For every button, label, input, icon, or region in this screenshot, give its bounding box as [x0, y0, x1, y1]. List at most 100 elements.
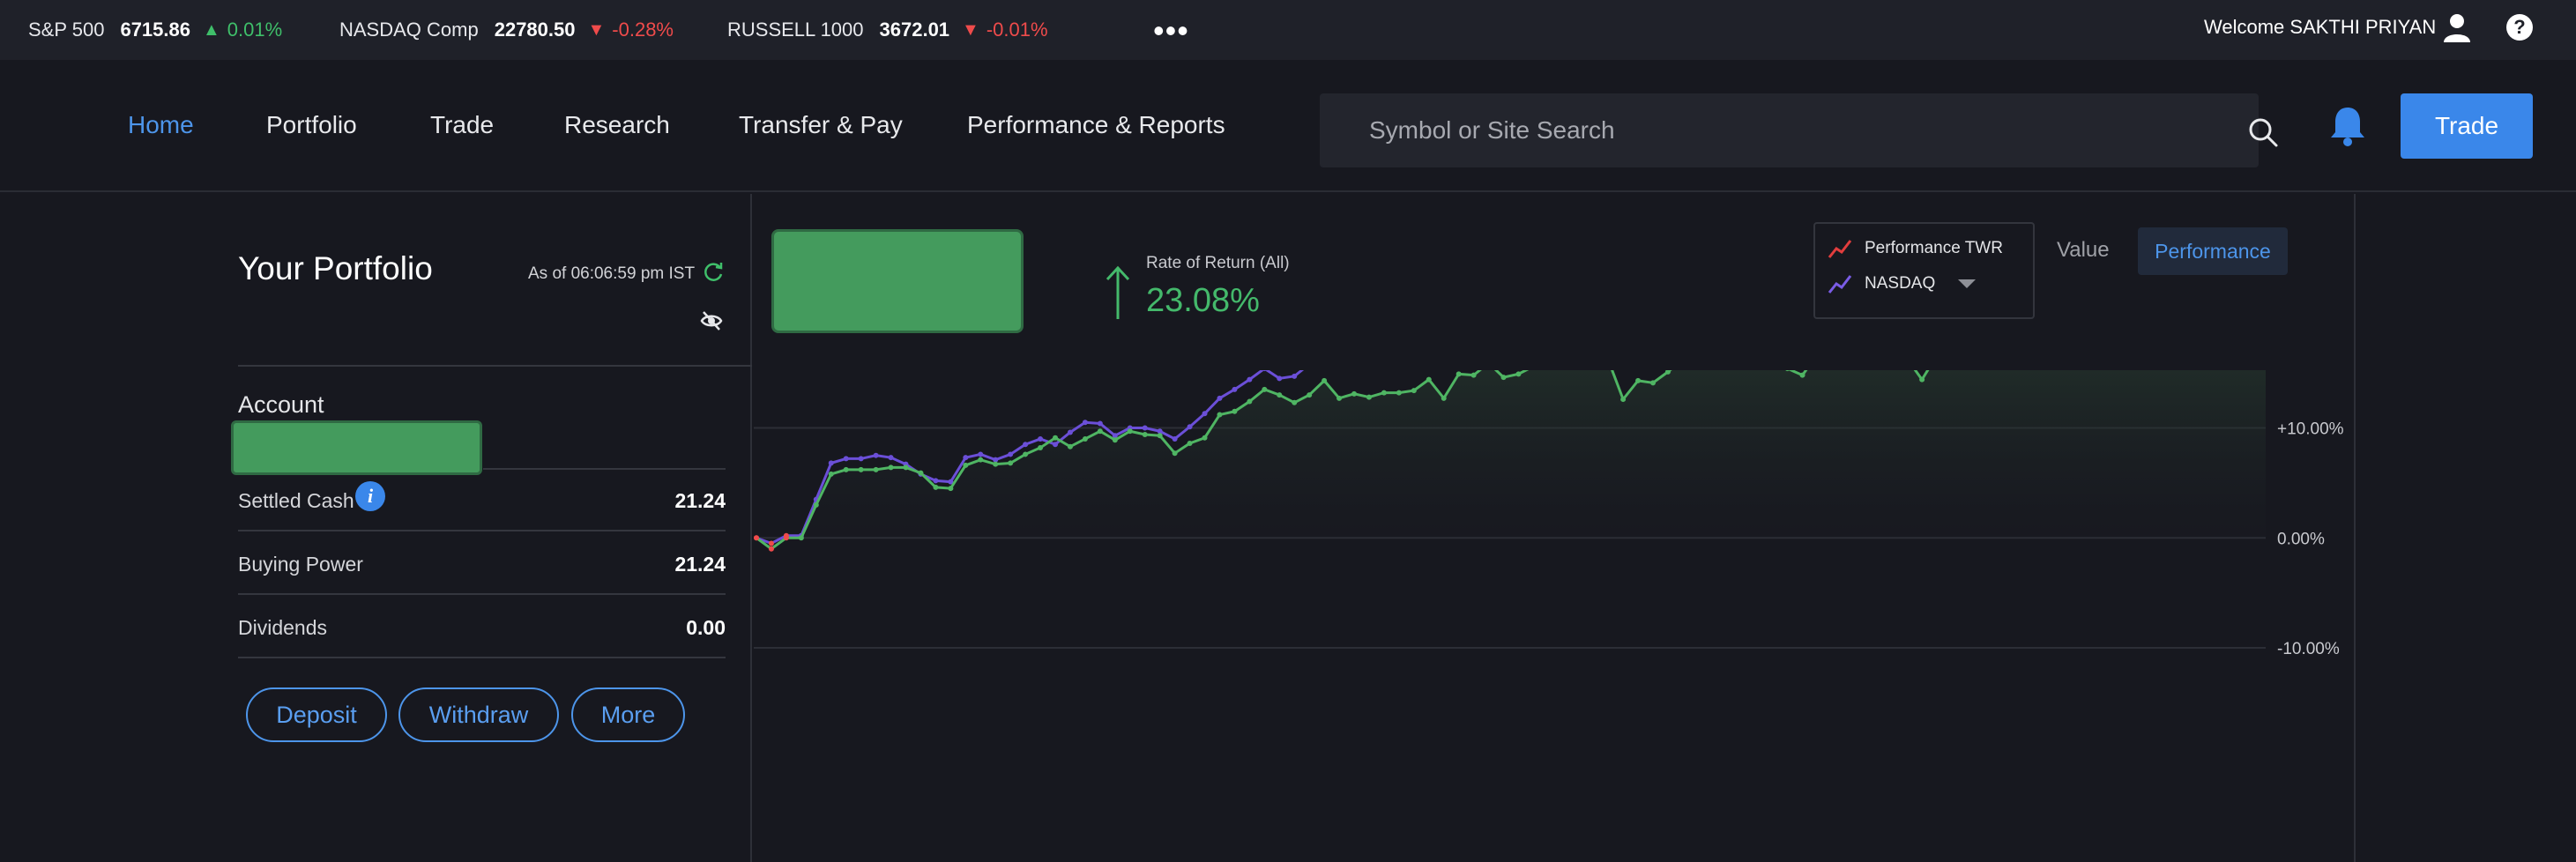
performance-point[interactable]: [1650, 380, 1657, 386]
legend-nasdaq[interactable]: NASDAQ: [1828, 273, 1977, 294]
performance-point[interactable]: [858, 466, 864, 472]
ticker-sp500[interactable]: S&P 500 6715.86 ▲ 0.01%: [28, 0, 282, 60]
nasdaq-point[interactable]: [1292, 373, 1298, 379]
performance-point[interactable]: [1247, 398, 1253, 405]
performance-point[interactable]: [1277, 392, 1283, 398]
nasdaq-point[interactable]: [858, 456, 864, 462]
performance-point[interactable]: [1799, 372, 1805, 378]
notification-bell-icon[interactable]: [2327, 104, 2368, 148]
more-tickers-icon[interactable]: •••: [1153, 12, 1189, 49]
nasdaq-point[interactable]: [933, 478, 939, 484]
performance-point[interactable]: [1202, 435, 1208, 441]
performance-point[interactable]: [1470, 372, 1477, 378]
performance-point[interactable]: [813, 502, 819, 508]
nav-trade[interactable]: Trade: [430, 111, 494, 139]
performance-point[interactable]: [1381, 390, 1387, 396]
performance-point[interactable]: [1172, 450, 1178, 457]
nasdaq-point[interactable]: [1277, 375, 1283, 382]
nasdaq-point[interactable]: [873, 452, 879, 458]
performance-point[interactable]: [1157, 433, 1163, 439]
nasdaq-point[interactable]: [1202, 411, 1208, 417]
nasdaq-point[interactable]: [1097, 420, 1103, 427]
performance-point[interactable]: [1217, 412, 1223, 418]
performance-point[interactable]: [754, 535, 759, 541]
chevron-down-icon[interactable]: [1958, 279, 1977, 288]
performance-point[interactable]: [1023, 451, 1029, 457]
nasdaq-point[interactable]: [1187, 424, 1193, 430]
user-icon[interactable]: [2442, 12, 2472, 44]
nasdaq-point[interactable]: [1172, 435, 1178, 442]
performance-point[interactable]: [1232, 408, 1238, 414]
performance-point[interactable]: [1456, 371, 1462, 377]
performance-point[interactable]: [1262, 386, 1268, 392]
nasdaq-point[interactable]: [1217, 395, 1223, 401]
info-icon[interactable]: i: [355, 481, 385, 511]
performance-point[interactable]: [1008, 460, 1014, 466]
hide-values-icon[interactable]: [699, 308, 724, 333]
performance-point[interactable]: [1441, 395, 1447, 401]
trade-button[interactable]: Trade: [2401, 93, 2533, 159]
nasdaq-point[interactable]: [768, 540, 774, 546]
performance-point[interactable]: [1635, 377, 1642, 383]
performance-point[interactable]: [828, 471, 834, 477]
performance-point[interactable]: [1127, 428, 1133, 435]
search-icon[interactable]: [2247, 116, 2279, 148]
performance-point[interactable]: [798, 535, 804, 541]
nasdaq-point[interactable]: [1247, 376, 1253, 383]
help-icon[interactable]: ?: [2506, 14, 2533, 41]
performance-point[interactable]: [1307, 392, 1313, 398]
performance-point[interactable]: [918, 470, 924, 476]
nasdaq-point[interactable]: [963, 455, 969, 461]
performance-point[interactable]: [1336, 395, 1343, 401]
nav-portfolio[interactable]: Portfolio: [266, 111, 357, 139]
performance-point[interactable]: [1053, 435, 1059, 441]
nasdaq-point[interactable]: [828, 460, 834, 466]
nasdaq-point[interactable]: [1053, 442, 1059, 448]
performance-point[interactable]: [1426, 376, 1432, 383]
refresh-icon[interactable]: [702, 261, 725, 284]
more-button[interactable]: More: [571, 687, 685, 742]
performance-point[interactable]: [1067, 443, 1073, 450]
performance-point[interactable]: [1515, 371, 1522, 377]
performance-point[interactable]: [1620, 397, 1627, 403]
ticker-russell[interactable]: RUSSELL 1000 3672.01 ▼ -0.01%: [727, 0, 1048, 60]
performance-point[interactable]: [1187, 440, 1193, 446]
performance-point[interactable]: [1500, 375, 1507, 381]
nasdaq-point[interactable]: [1008, 451, 1014, 457]
tab-value[interactable]: Value: [2057, 238, 2110, 263]
performance-point[interactable]: [978, 457, 984, 463]
performance-point[interactable]: [1112, 437, 1118, 443]
deposit-button[interactable]: Deposit: [246, 687, 387, 742]
tab-performance[interactable]: Performance: [2138, 227, 2288, 275]
nav-transfer-pay[interactable]: Transfer & Pay: [739, 111, 903, 139]
performance-point[interactable]: [993, 461, 999, 467]
performance-point[interactable]: [963, 462, 969, 468]
nasdaq-point[interactable]: [978, 451, 984, 457]
performance-point[interactable]: [1292, 399, 1298, 405]
performance-point[interactable]: [873, 466, 879, 472]
performance-point[interactable]: [783, 535, 789, 541]
performance-point[interactable]: [1097, 428, 1103, 435]
search-input[interactable]: [1369, 93, 2163, 167]
nasdaq-point[interactable]: [1038, 435, 1044, 442]
nasdaq-point[interactable]: [1067, 429, 1073, 435]
performance-point[interactable]: [1038, 444, 1044, 450]
nav-performance-reports[interactable]: Performance & Reports: [967, 111, 1225, 139]
ticker-nasdaq[interactable]: NASDAQ Comp 22780.50 ▼ -0.28%: [339, 0, 674, 60]
performance-point[interactable]: [1351, 390, 1358, 397]
performance-point[interactable]: [1411, 388, 1417, 394]
nav-research[interactable]: Research: [564, 111, 670, 139]
nasdaq-point[interactable]: [1023, 442, 1029, 448]
nasdaq-point[interactable]: [843, 456, 849, 462]
account-selector-redacted[interactable]: [231, 420, 482, 475]
performance-point[interactable]: [1366, 394, 1372, 400]
performance-point[interactable]: [1082, 435, 1088, 442]
nasdaq-point[interactable]: [1142, 425, 1148, 431]
legend-performance-twr[interactable]: Performance TWR: [1828, 238, 2003, 259]
performance-point[interactable]: [1142, 431, 1148, 437]
performance-point[interactable]: [1919, 376, 1925, 383]
nasdaq-point[interactable]: [1082, 420, 1088, 426]
performance-point[interactable]: [933, 484, 939, 490]
performance-point[interactable]: [1396, 390, 1402, 396]
performance-point[interactable]: [888, 464, 894, 471]
